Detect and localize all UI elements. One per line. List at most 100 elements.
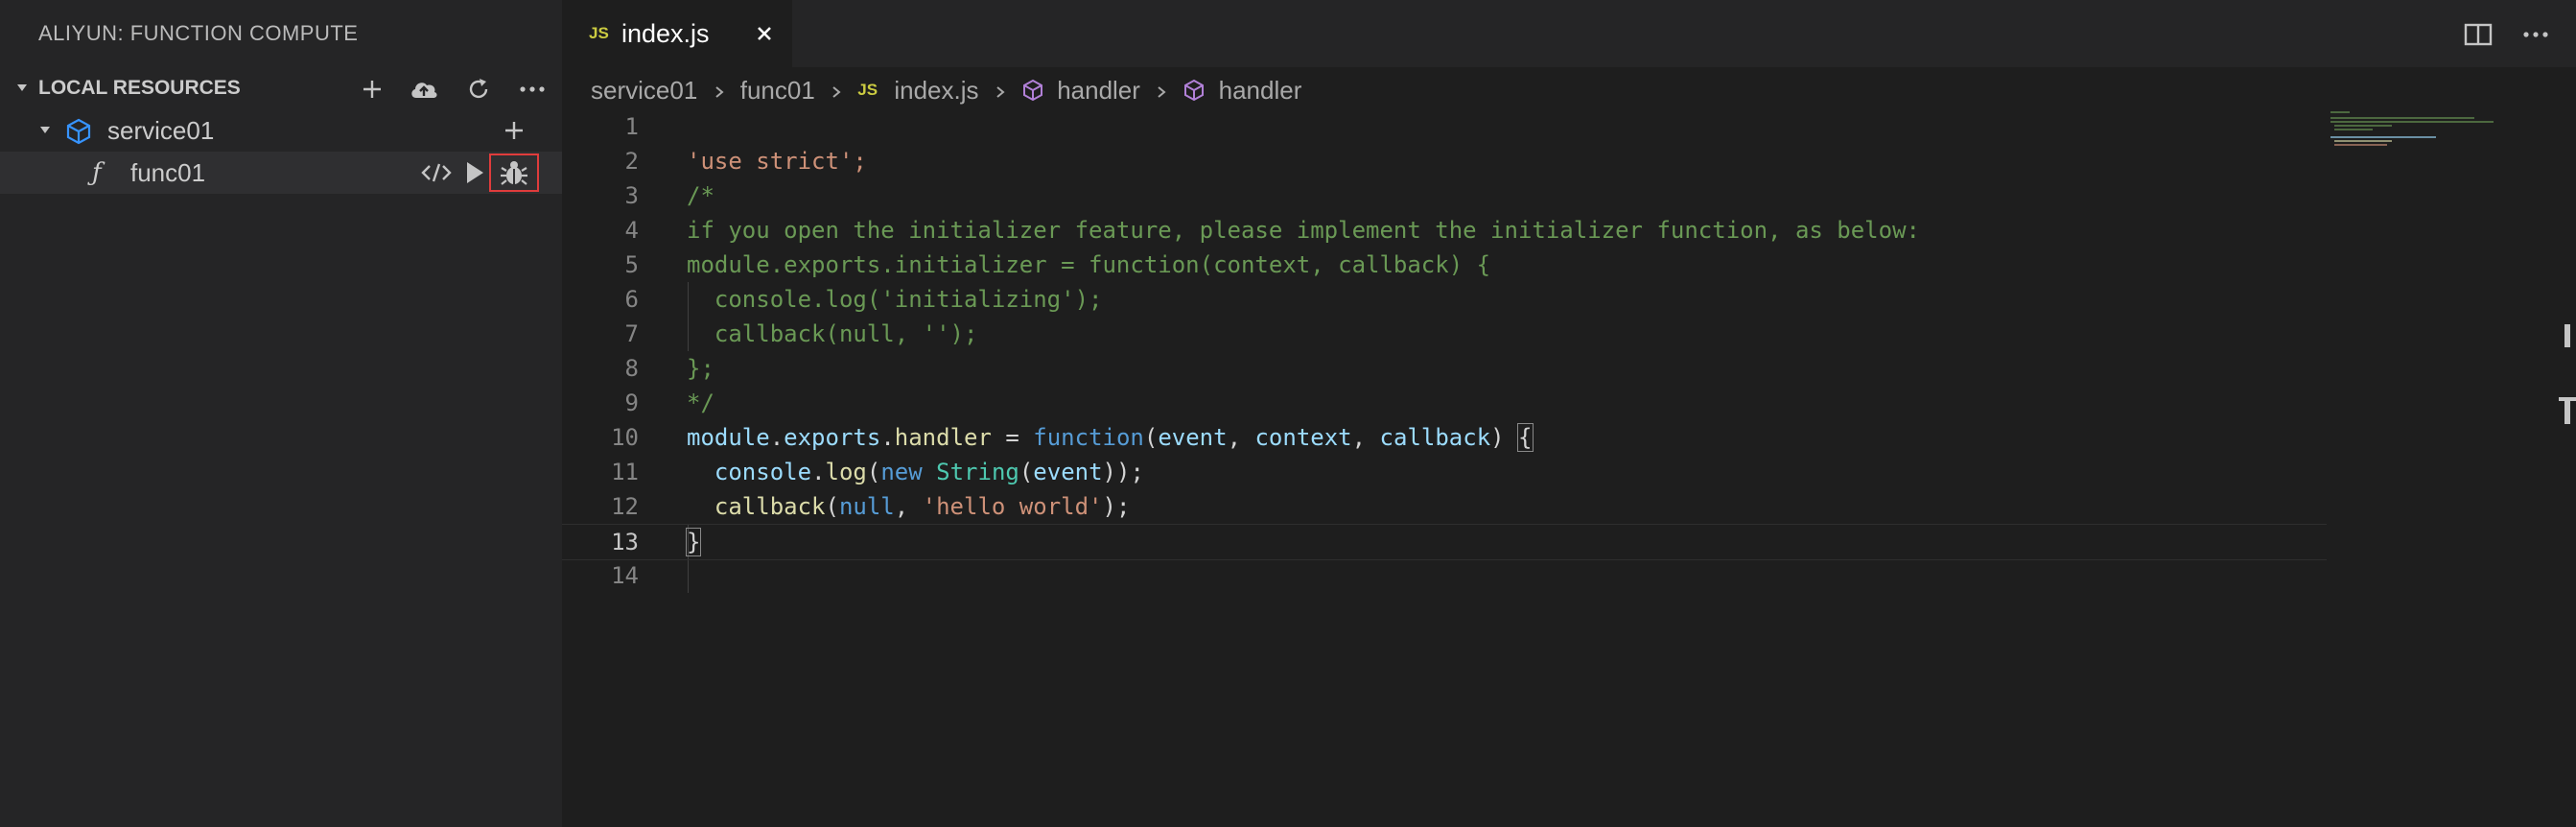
service-cube-icon <box>66 118 91 145</box>
token: null <box>838 493 895 520</box>
code-line[interactable]: 4 if you open the initializer feature, pl… <box>562 213 2327 248</box>
more-actions-icon[interactable] <box>2518 17 2553 52</box>
line-number: 14 <box>611 562 639 589</box>
tab-label: index.js <box>621 19 710 48</box>
chevron-right-icon <box>831 69 841 111</box>
line-number: 10 <box>611 424 639 451</box>
service-label: service01 <box>107 116 215 145</box>
breadcrumb-item-file[interactable]: index.js <box>894 69 978 111</box>
minimap[interactable] <box>2327 109 2518 205</box>
line-number: 1 <box>624 113 639 140</box>
code-line[interactable]: 9 */ <box>562 386 2327 420</box>
tree-item-function[interactable]: ƒ func01 <box>0 152 562 194</box>
tree-item-service[interactable]: service01 <box>0 109 562 152</box>
token: event <box>1158 424 1228 451</box>
cloud-upload-icon[interactable] <box>408 73 440 106</box>
run-icon[interactable] <box>458 156 491 189</box>
tab-bar: JS index.js <box>562 0 2576 67</box>
token: context <box>1254 424 1352 451</box>
token: new <box>880 459 923 485</box>
token: . <box>811 459 826 485</box>
code-line[interactable]: 6 console.log('initializing'); <box>562 282 2327 317</box>
token: , <box>894 493 923 520</box>
token: . <box>769 424 785 451</box>
token: String <box>936 459 1019 485</box>
breadcrumb-item-symbol[interactable]: handler <box>1219 69 1302 111</box>
breadcrumb-item-service[interactable]: service01 <box>591 69 697 111</box>
code-line[interactable]: 2 'use strict'; <box>562 144 2327 178</box>
section-header-local-resources[interactable]: LOCAL RESOURCES <box>0 67 562 109</box>
line-number: 13 <box>611 529 639 555</box>
close-icon[interactable] <box>750 19 779 48</box>
function-label: func01 <box>130 158 206 187</box>
sidebar: ALIYUN: FUNCTION COMPUTE LOCAL RESOURCES <box>0 0 562 827</box>
matching-bracket: } <box>685 528 702 556</box>
symbol-method-icon <box>1184 79 1205 102</box>
line-number: 11 <box>611 459 639 485</box>
token: module <box>687 424 770 451</box>
code-text: callback(null, ''); <box>687 320 978 347</box>
token: 'hello world' <box>922 493 1103 520</box>
section-title: LOCAL RESOURCES <box>38 77 241 99</box>
split-editor-icon[interactable] <box>2461 17 2495 52</box>
code-text: console.log('initializing'); <box>687 286 1103 313</box>
debug-button[interactable] <box>489 154 539 192</box>
line-number: 7 <box>624 320 639 347</box>
add-function-icon[interactable] <box>498 114 530 147</box>
js-file-icon: JS <box>589 24 609 42</box>
overview-ruler[interactable] <box>2557 67 2576 827</box>
bug-icon <box>501 161 527 185</box>
token: exports <box>784 424 881 451</box>
breadcrumb-item-function[interactable]: func01 <box>740 69 815 111</box>
code-line[interactable]: 11 console.log(new String(event)); <box>562 455 2327 489</box>
add-icon[interactable] <box>356 73 388 106</box>
line-number: 2 <box>624 148 639 175</box>
tab-index-js[interactable]: JS index.js <box>562 0 792 67</box>
token: , <box>1351 424 1380 451</box>
code-text: }; <box>687 355 714 382</box>
chevron-right-icon <box>1157 69 1166 111</box>
code-line[interactable]: 1 <box>562 109 2327 144</box>
code-line[interactable]: 10 module.exports.handler = function(even… <box>562 420 2327 455</box>
code-icon[interactable] <box>420 156 453 189</box>
token: = <box>991 424 1034 451</box>
line-number: 3 <box>624 182 639 209</box>
code-line[interactable]: 8}; <box>562 351 2327 386</box>
chevron-right-icon <box>995 69 1005 111</box>
code-line[interactable]: 5 module.exports.initializer = function(c… <box>562 248 2327 282</box>
code-line-current[interactable]: 13} <box>562 524 2327 560</box>
js-file-icon: JS <box>857 81 878 100</box>
token: ( <box>1019 459 1034 485</box>
token: ( <box>825 493 839 520</box>
code-line[interactable]: 14 <box>562 558 2327 593</box>
code-text: module.exports.handler = function(event,… <box>687 420 1534 455</box>
token: )); <box>1102 459 1144 485</box>
code-line[interactable]: 3 /* <box>562 178 2327 213</box>
line-number: 12 <box>611 493 639 520</box>
code-text: 'use strict'; <box>687 148 867 175</box>
chevron-down-icon[interactable] <box>15 81 29 94</box>
chevron-down-icon[interactable] <box>38 123 52 136</box>
more-actions-icon[interactable] <box>516 73 549 106</box>
token: function <box>1033 424 1144 451</box>
token: ( <box>1143 424 1159 451</box>
token: ( <box>866 459 881 485</box>
code-text: callback(null, 'hello world'); <box>687 489 1131 524</box>
breadcrumb-item-symbol[interactable]: handler <box>1057 69 1140 111</box>
code-text: module.exports.initializer = function(co… <box>687 251 1491 278</box>
token: handler <box>894 424 992 451</box>
line-number: 6 <box>624 286 639 313</box>
line-number: 5 <box>624 251 639 278</box>
token: , <box>1227 424 1255 451</box>
code-line[interactable]: 12 callback(null, 'hello world'); <box>562 489 2327 524</box>
chevron-right-icon <box>714 69 724 111</box>
symbol-method-icon <box>1022 79 1042 102</box>
refresh-icon[interactable] <box>462 73 495 106</box>
code-text: } <box>685 525 702 559</box>
matching-bracket: { <box>1517 423 1534 452</box>
code-line[interactable]: 7 callback(null, ''); <box>562 317 2327 351</box>
function-icon: ƒ <box>92 158 102 187</box>
